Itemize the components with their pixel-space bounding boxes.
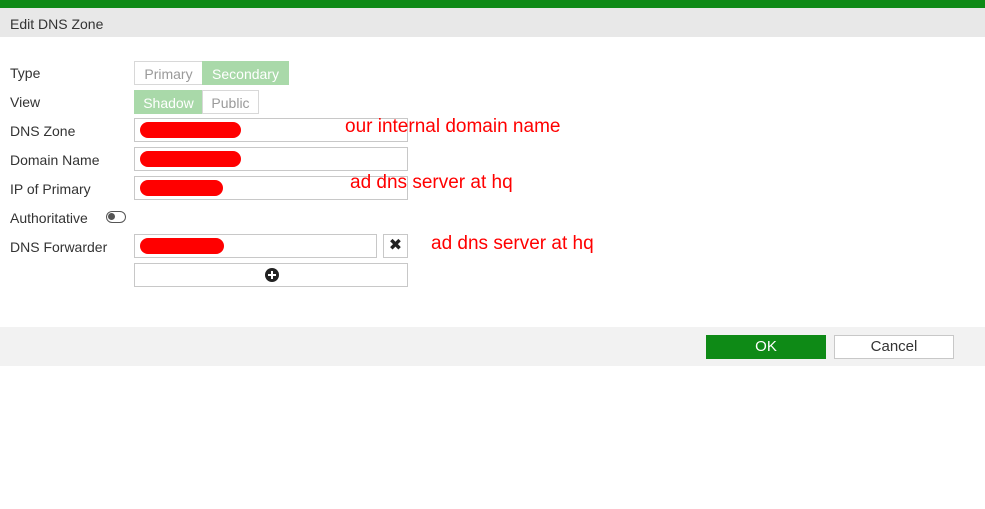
type-option-secondary[interactable]: Secondary [202, 61, 289, 85]
view-option-shadow[interactable]: Shadow [134, 90, 203, 114]
ok-button[interactable]: OK [706, 335, 826, 359]
ip-of-primary-label: IP of Primary [10, 181, 91, 197]
dns-forwarder-label: DNS Forwarder [10, 239, 108, 255]
annotation-ip-of-primary: ad dns server at hq [350, 172, 513, 193]
view-label: View [10, 94, 41, 110]
annotation-dns-zone: our internal domain name [345, 116, 561, 137]
add-forwarder-button[interactable] [134, 263, 408, 287]
type-label: Type [10, 65, 41, 81]
authoritative-label: Authoritative [10, 210, 88, 226]
dialog-titlebar: Edit DNS Zone [0, 8, 985, 37]
annotation-dns-forwarder: ad dns server at hq [431, 233, 594, 254]
redaction-mark [140, 180, 223, 196]
redaction-mark [140, 122, 241, 138]
domain-name-label: Domain Name [10, 152, 100, 168]
cancel-button[interactable]: Cancel [834, 335, 954, 359]
dialog-title: Edit DNS Zone [10, 16, 104, 32]
top-accent-bar [0, 0, 985, 8]
close-icon[interactable]: ✖ [383, 234, 408, 258]
dns-zone-label: DNS Zone [10, 123, 76, 139]
type-option-primary[interactable]: Primary [134, 61, 203, 85]
toggle-off-icon[interactable] [106, 211, 126, 223]
redaction-mark [140, 151, 241, 167]
plus-circle-icon [265, 268, 279, 282]
redaction-mark [140, 238, 224, 254]
view-option-public[interactable]: Public [202, 90, 259, 114]
